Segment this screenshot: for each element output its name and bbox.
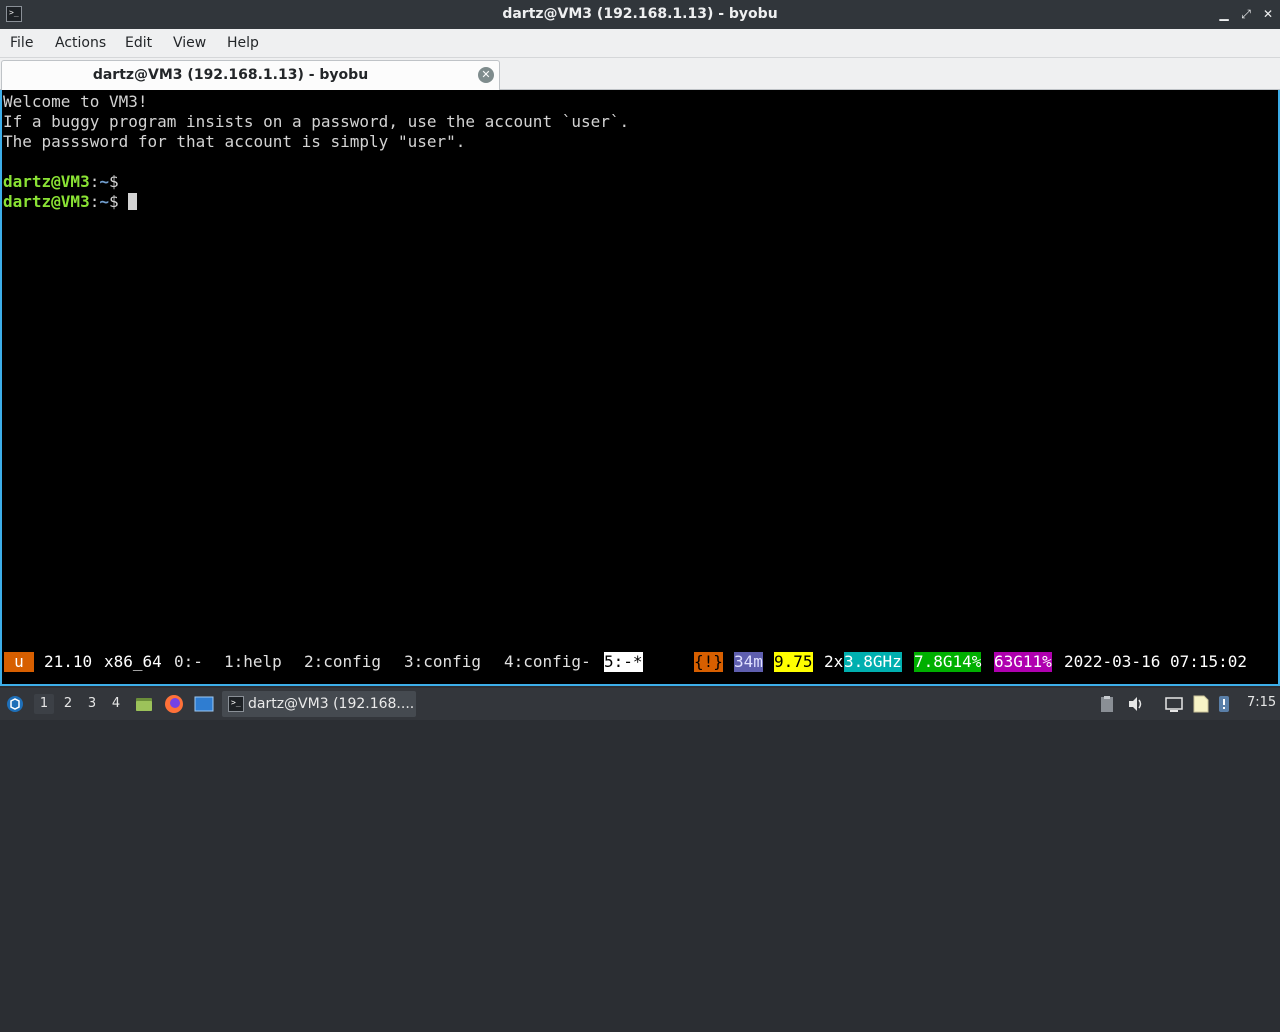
workspace-1[interactable]: 1 [34, 694, 54, 714]
terminal-line: If a buggy program insists on a password… [3, 112, 630, 131]
byobu-window-active[interactable]: 5:-* [604, 652, 643, 672]
byobu-cpu-count: 2x [824, 652, 844, 671]
byobu-alert: {!} [694, 652, 723, 672]
menu-view[interactable]: View [173, 35, 206, 51]
byobu-release: 21.10 [44, 652, 93, 671]
prompt-separator: : [89, 172, 100, 191]
tab-label: dartz@VM3 (192.168.1.13) - byobu [92, 67, 369, 83]
menu-actions[interactable]: Actions [55, 35, 106, 51]
window-title: dartz@VM3 (192.168.1.13) - byobu [502, 6, 778, 22]
byobu-disk: 63G11% [994, 652, 1052, 672]
minimize-button[interactable]: ▁ [1215, 5, 1233, 23]
byobu-cpu-freq: 3.8GHz [844, 652, 902, 672]
byobu-datetime: 2022-03-16 07:15:02 [1064, 652, 1248, 671]
workspace-2[interactable]: 2 [58, 694, 78, 714]
workspace-4[interactable]: 4 [106, 694, 126, 714]
workspace-3[interactable]: 3 [82, 694, 102, 714]
byobu-status-bar: u 21.10 x86_64 0:- 1:help 2:config 3:con… [2, 652, 1278, 672]
prompt-separator: : [89, 192, 100, 211]
start-menu-icon[interactable] [6, 695, 24, 713]
terminal-view[interactable]: Welcome to VM3! If a buggy program insis… [0, 90, 1280, 686]
byobu-load: 9.75 [774, 652, 813, 672]
terminal-icon: >_ [228, 696, 244, 712]
byobu-window-3[interactable]: 3:config [404, 652, 481, 672]
prompt-user: dartz@VM3 [3, 172, 90, 191]
close-button[interactable]: ✕ [1259, 5, 1277, 23]
byobu-window-2[interactable]: 2:config [304, 652, 381, 672]
tab-session[interactable]: dartz@VM3 (192.168.1.13) - byobu ✕ [1, 60, 500, 90]
byobu-indicator: u [4, 652, 34, 672]
clock[interactable]: 7:15 [1247, 695, 1276, 710]
menu-edit[interactable]: Edit [125, 35, 152, 51]
clipboard-icon[interactable] [1099, 695, 1115, 713]
byobu-window-0[interactable]: 0:- [174, 652, 203, 672]
taskbar-window-label: dartz@VM3 (192.168.... [248, 696, 415, 712]
terminal-line: The passsword for that account is simply… [3, 132, 466, 151]
text-cursor [128, 193, 138, 210]
notes-icon[interactable] [1191, 694, 1211, 714]
window-titlebar: >_ dartz@VM3 (192.168.1.13) - byobu ▁ ⤢ … [0, 0, 1280, 29]
menu-bar: File Actions Edit View Help [0, 29, 1280, 58]
byobu-window-1[interactable]: 1:help [224, 652, 282, 672]
byobu-memory: 7.8G14% [914, 652, 982, 672]
tab-bar: dartz@VM3 (192.168.1.13) - byobu ✕ [0, 58, 1280, 90]
taskbar: 1 2 3 4 >_ dartz@VM3 (192.168.... 7:15 [0, 688, 1280, 720]
firefox-icon[interactable] [164, 694, 184, 714]
prompt-symbol: $ [108, 192, 119, 211]
volume-icon[interactable] [1127, 695, 1145, 713]
prompt-symbol: $ [108, 172, 119, 191]
update-notifier-icon[interactable] [1216, 694, 1232, 714]
terminal-prompt-line: dartz@VM3:~$ [3, 192, 138, 212]
terminal-line: Welcome to VM3! [3, 92, 148, 111]
byobu-uptime: 34m [734, 652, 763, 672]
byobu-arch: x86_64 [104, 652, 162, 671]
prompt-user: dartz@VM3 [3, 192, 90, 211]
menu-help[interactable]: Help [227, 35, 259, 51]
menu-file[interactable]: File [10, 35, 33, 51]
network-icon[interactable] [1164, 695, 1184, 713]
taskbar-window-terminal[interactable]: >_ dartz@VM3 (192.168.... [222, 691, 416, 717]
terminal-prompt-line: dartz@VM3:~$ [3, 172, 119, 192]
tab-close-icon[interactable]: ✕ [478, 67, 494, 83]
file-manager-icon[interactable] [135, 695, 153, 713]
byobu-window-4[interactable]: 4:config- [504, 652, 591, 672]
prompt-path: ~ [99, 172, 109, 191]
maximize-button[interactable]: ⤢ [1237, 5, 1255, 23]
prompt-path: ~ [99, 192, 109, 211]
show-desktop-icon[interactable] [194, 695, 214, 713]
